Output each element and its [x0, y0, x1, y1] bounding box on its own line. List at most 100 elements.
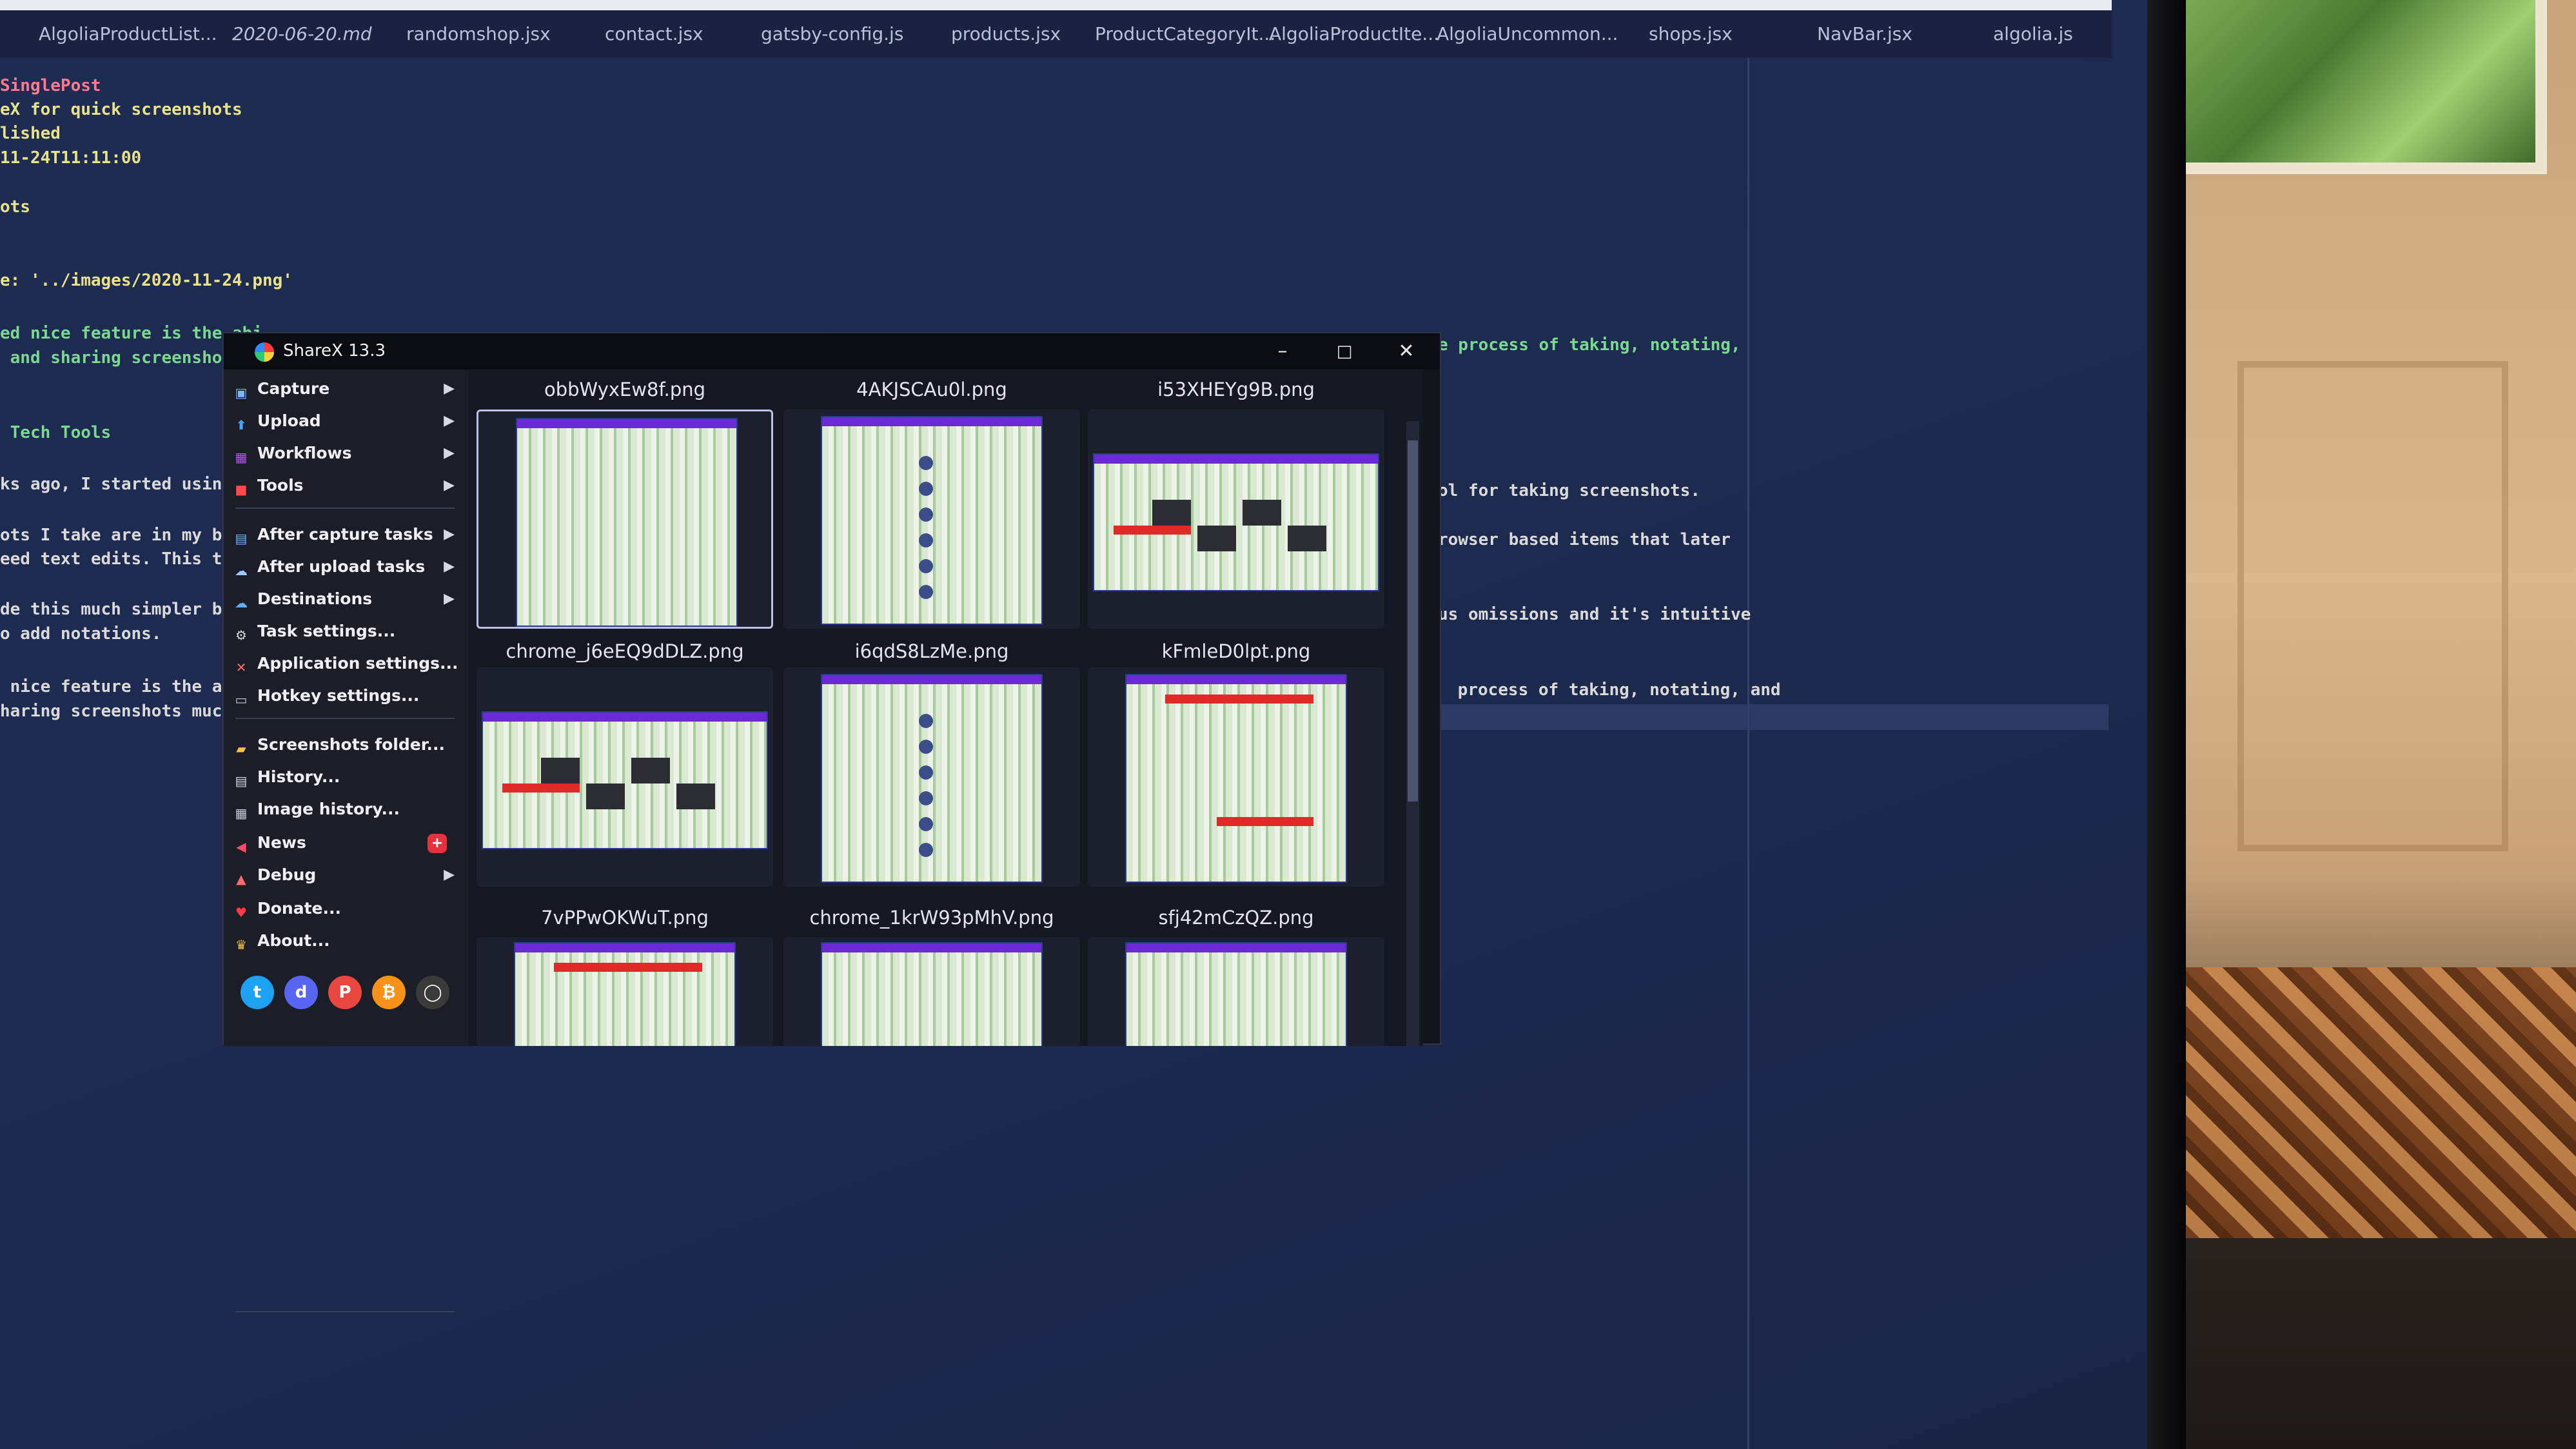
- editor-tab[interactable]: products.jsx: [951, 17, 1061, 52]
- code-line: eed text edits. This typi: [0, 549, 253, 569]
- patterned-rug: [2179, 967, 2576, 1238]
- vertical-scrollbar[interactable]: [1406, 421, 1419, 1046]
- menu-item-task-settings[interactable]: ⚙ Task settings...: [231, 617, 464, 646]
- folder-icon: ▰: [236, 741, 246, 756]
- code-line: ks ago, I started using S: [0, 475, 253, 494]
- current-line-highlight: [1419, 704, 2109, 730]
- menu-item-label: News: [257, 833, 306, 852]
- code-line: rowser based items that later: [1438, 530, 1731, 549]
- screenshot-thumbnail[interactable]: [783, 667, 1080, 887]
- heart-icon: ♥: [235, 905, 247, 920]
- menu-item-after-capture-tasks[interactable]: ▤ After capture tasks ▶: [231, 520, 464, 549]
- thumbnail-grid[interactable]: obbWyxEw8f.png 4AKJSCAu0l.png i53XHEYg9B.p…: [469, 370, 1423, 1046]
- chevron-right-icon: ▶: [444, 867, 455, 883]
- debug-icon: ▲: [236, 871, 246, 887]
- menu-item-label: After capture tasks: [257, 525, 433, 544]
- bitcoin-icon[interactable]: ₿: [372, 976, 406, 1009]
- code-line: e: '../images/2020-11-24.png': [0, 271, 293, 290]
- screenshot-thumbnail[interactable]: [1088, 409, 1384, 629]
- close-button[interactable]: ✕: [1392, 339, 1421, 364]
- menu-item-donate[interactable]: ♥ Donate...: [231, 894, 464, 923]
- code-line: lished: [0, 124, 61, 143]
- code-line: 11-24T11:11:00: [0, 148, 142, 168]
- code-line: nice feature is the abil: [0, 677, 253, 696]
- screenshot-thumbnail[interactable]: [783, 937, 1080, 1046]
- menu-item-label: Debug: [257, 865, 317, 884]
- chevron-right-icon: ▶: [444, 526, 455, 542]
- chevron-right-icon: ▶: [444, 591, 455, 607]
- capture-icon: ▣: [235, 385, 248, 400]
- crown-icon: ♛: [235, 937, 247, 952]
- code-line: o add notations.: [0, 624, 162, 644]
- code-line: eX for quick screenshots: [0, 100, 242, 119]
- menu-item-history[interactable]: ▤ History...: [231, 763, 464, 791]
- menu-item-label: Donate...: [257, 899, 341, 918]
- menu-item-image-history[interactable]: ▦ Image history...: [231, 795, 464, 823]
- menu-item-hotkey-settings[interactable]: ▭ Hotkey settings...: [231, 682, 464, 710]
- thumbnail-filename: kFmleD0lpt.png: [1161, 640, 1311, 662]
- editor-tab[interactable]: AlgoliaProductList...: [39, 17, 217, 52]
- thumbnail-filename: 7vPPwOKWuT.png: [541, 907, 709, 929]
- tools-icon: ■: [235, 482, 248, 497]
- editor-tab[interactable]: AlgoliaUncommon...: [1437, 17, 1618, 52]
- editor-tab[interactable]: NavBar.jsx: [1817, 17, 1912, 52]
- title-bar[interactable]: ShareX 13.3 – □ ✕: [224, 333, 1440, 370]
- menu-separator: [235, 508, 455, 509]
- editor-tab[interactable]: gatsby-config.js: [761, 17, 903, 52]
- destinations-icon: ☁: [235, 595, 248, 611]
- upload-icon: ⬆: [235, 417, 247, 433]
- screenshot-thumbnail[interactable]: [1088, 937, 1384, 1046]
- menu-item-label: Application settings...: [257, 654, 458, 673]
- monitor-screen: AlgoliaProductList... 2020-06-20.md rand…: [0, 0, 2147, 1449]
- scrollbar-thumb[interactable]: [1408, 440, 1418, 802]
- menu-item-destinations[interactable]: ☁ Destinations ▶: [231, 585, 464, 613]
- window-title: ShareX 13.3: [283, 341, 386, 360]
- minimize-button[interactable]: –: [1268, 339, 1297, 364]
- menu-item-capture[interactable]: ▣ Capture ▶: [231, 375, 464, 403]
- menu-item-label: Destinations: [257, 589, 373, 608]
- thumbnail-image: [483, 713, 767, 848]
- screenshot-thumbnail[interactable]: [1088, 667, 1384, 887]
- editor-tab[interactable]: AlgoliaProductIte...: [1269, 17, 1439, 52]
- menu-item-debug[interactable]: ▲ Debug ▶: [231, 861, 464, 889]
- menu-item-tools[interactable]: ■ Tools ▶: [231, 471, 464, 500]
- editor-tab[interactable]: algolia.js: [1993, 17, 2073, 52]
- main-menu: ▣ Capture ▶ ⬆ Upload ▶ ▦ Workflows ▶ ■ Tools ▶ ▤ Afte…: [224, 370, 469, 1312]
- menu-item-workflows[interactable]: ▦ Workflows ▶: [231, 439, 464, 468]
- maximize-button[interactable]: □: [1330, 339, 1359, 364]
- menu-item-label: About...: [257, 931, 330, 950]
- code-line: ol for taking screenshots.: [1438, 481, 1700, 500]
- thumbnail-filename: sfj42mCzQZ.png: [1158, 907, 1314, 929]
- editor-tab[interactable]: 2020-06-20.md: [232, 17, 372, 52]
- menu-item-about[interactable]: ♛ About...: [231, 927, 464, 955]
- editor-tab[interactable]: contact.jsx: [605, 17, 703, 52]
- twitter-icon[interactable]: t: [241, 976, 274, 1009]
- editor-tab[interactable]: shops.jsx: [1649, 17, 1733, 52]
- menu-item-upload[interactable]: ⬆ Upload ▶: [231, 407, 464, 435]
- menu-item-screenshots-folder[interactable]: ▰ Screenshots folder...: [231, 731, 464, 759]
- editor-tab[interactable]: ProductCategoryIt...: [1095, 17, 1275, 52]
- wrench-icon: ✕: [235, 660, 247, 675]
- patreon-icon[interactable]: P: [328, 976, 362, 1009]
- discord-icon[interactable]: d: [284, 976, 318, 1009]
- editor-tab[interactable]: randomshop.jsx: [406, 17, 551, 52]
- screenshot-thumbnail[interactable]: [477, 667, 773, 887]
- menu-item-after-upload-tasks[interactable]: ☁ After upload tasks ▶: [231, 553, 464, 581]
- screenshot-thumbnail[interactable]: [477, 937, 773, 1046]
- menu-item-application-settings[interactable]: ✕ Application settings...: [231, 649, 464, 678]
- screenshot-thumbnail[interactable]: [783, 409, 1080, 629]
- github-icon[interactable]: ◯: [416, 976, 449, 1009]
- room-window: [2160, 0, 2547, 174]
- menu-item-label: After upload tasks: [257, 557, 426, 576]
- chevron-right-icon: ▶: [444, 380, 455, 397]
- screenshot-thumbnail[interactable]: [477, 409, 773, 629]
- menu-separator: [235, 1311, 455, 1312]
- chevron-right-icon: ▶: [444, 558, 455, 575]
- thumbnail-filename: chrome_j6eEQ9dDLZ.png: [506, 640, 744, 662]
- door-panel: [2237, 361, 2508, 851]
- thumbnail-filename: i6qdS8LzMe.png: [854, 640, 1009, 662]
- menu-item-news[interactable]: ◀ News +: [231, 829, 464, 857]
- thumbnail-image: [1126, 675, 1346, 882]
- thumbnail-filename: chrome_1krW93pMhV.png: [809, 907, 1054, 929]
- thumbnail-image: [1094, 455, 1378, 590]
